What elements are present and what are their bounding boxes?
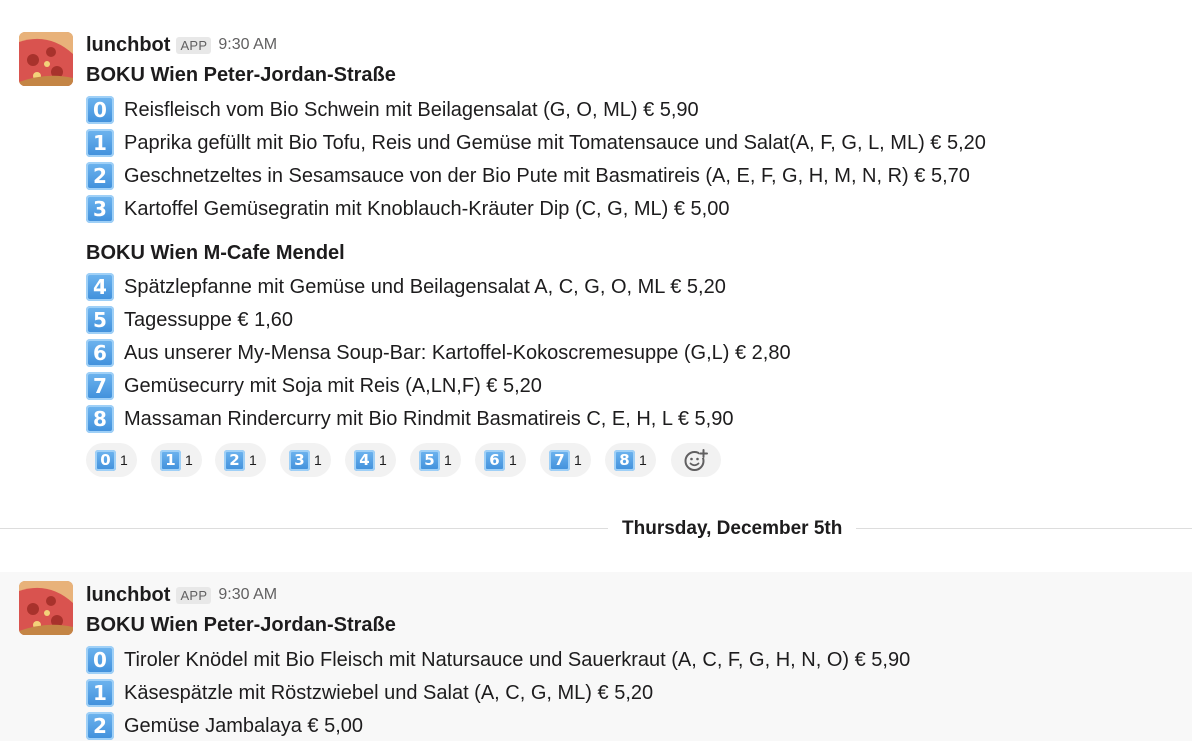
menu-item-text: Kartoffel Gemüsegratin mit Knoblauch-Krä… <box>124 197 730 220</box>
reaction-count: 1 <box>249 452 257 468</box>
reaction-pill[interactable]: 1 1 <box>151 443 202 477</box>
reaction-pill[interactable]: 7 1 <box>540 443 591 477</box>
keycap-7-icon: 7 <box>549 449 570 471</box>
keycap-7-icon: 7 <box>86 372 114 400</box>
keycap-5-icon: 5 <box>86 306 114 334</box>
menu-item: 3 Kartoffel Gemüsegratin mit Knoblauch-K… <box>86 194 729 224</box>
keycap-1-icon: 1 <box>160 449 181 471</box>
section-title: BOKU Wien Peter-Jordan-Straße <box>86 614 396 636</box>
keycap-3-icon: 3 <box>86 195 114 223</box>
keycap-2-icon: 2 <box>224 449 245 471</box>
message: lunchbot APP 9:30 AM BOKU Wien Peter-Jor… <box>0 0 1192 500</box>
menu-item-text: Käsespätzle mit Röstzwiebel und Salat (A… <box>124 681 654 704</box>
menu-item: 2 Gemüse Jambalaya € 5,00 <box>86 711 363 741</box>
app-badge: APP <box>176 36 212 54</box>
menu-item-text: Paprika gefüllt mit Bio Tofu, Reis und G… <box>124 131 986 154</box>
timestamp[interactable]: 9:30 AM <box>218 586 277 604</box>
reaction-pill[interactable]: 4 1 <box>345 443 396 477</box>
message: lunchbot APP 9:30 AM BOKU Wien Peter-Jor… <box>0 572 1192 741</box>
add-emoji-icon <box>684 449 708 471</box>
menu-item-text: Gemüse Jambalaya € 5,00 <box>124 714 364 737</box>
reaction-pill[interactable]: 6 1 <box>475 443 526 477</box>
date-divider-line <box>0 528 1192 529</box>
add-reaction-button[interactable] <box>671 443 721 477</box>
timestamp[interactable]: 9:30 AM <box>218 36 277 54</box>
menu-item-text: Gemüsecurry mit Soja mit Reis (A,LN,F) €… <box>124 374 542 397</box>
menu-item-text: Tiroler Knödel mit Bio Fleisch mit Natur… <box>124 648 911 671</box>
keycap-8-icon: 8 <box>614 449 635 471</box>
avatar[interactable] <box>19 581 73 635</box>
reaction-count: 1 <box>509 452 517 468</box>
pizza-avatar-image <box>19 581 73 635</box>
menu-item-text: Aus unserer My-Mensa Soup-Bar: Kartoffel… <box>124 341 791 364</box>
keycap-6-icon: 6 <box>86 339 114 367</box>
reaction-pill[interactable]: 8 1 <box>605 443 656 477</box>
app-badge: APP <box>176 586 212 604</box>
keycap-1-icon: 1 <box>86 679 114 707</box>
pizza-avatar-image <box>19 32 73 86</box>
username[interactable]: lunchbot <box>86 34 170 57</box>
menu-item-text: Reisfleisch vom Bio Schwein mit Beilagen… <box>124 98 699 121</box>
reaction-count: 1 <box>444 452 452 468</box>
menu-item: 1 Käsespätzle mit Röstzwiebel und Salat … <box>86 678 653 708</box>
keycap-4-icon: 4 <box>86 273 114 301</box>
menu-item-text: Geschnetzeltes in Sesamsauce von der Bio… <box>124 164 970 187</box>
reaction-count: 1 <box>185 452 193 468</box>
menu-item: 2 Geschnetzeltes in Sesamsauce von der B… <box>86 161 970 191</box>
menu-item: 6 Aus unserer My-Mensa Soup-Bar: Kartoff… <box>86 338 791 368</box>
menu-item-text: Tagessuppe € 1,60 <box>124 308 294 331</box>
reaction-count: 1 <box>639 452 647 468</box>
keycap-3-icon: 3 <box>289 449 310 471</box>
reaction-pill[interactable]: 5 1 <box>410 443 461 477</box>
reaction-count: 1 <box>120 452 128 468</box>
reaction-pill[interactable]: 3 1 <box>280 443 331 477</box>
keycap-0-icon: 0 <box>86 96 114 124</box>
menu-item: 7 Gemüsecurry mit Soja mit Reis (A,LN,F)… <box>86 371 542 401</box>
keycap-2-icon: 2 <box>86 712 114 740</box>
reaction-count: 1 <box>314 452 322 468</box>
menu-item: 1 Paprika gefüllt mit Bio Tofu, Reis und… <box>86 128 986 158</box>
menu-item: 5 Tagessuppe € 1,60 <box>86 305 293 335</box>
username[interactable]: lunchbot <box>86 584 170 607</box>
section-title: BOKU Wien Peter-Jordan-Straße <box>86 64 396 86</box>
menu-item: 0 Tiroler Knödel mit Bio Fleisch mit Nat… <box>86 645 910 675</box>
keycap-4-icon: 4 <box>354 449 375 471</box>
keycap-6-icon: 6 <box>484 449 505 471</box>
avatar[interactable] <box>19 32 73 86</box>
menu-item-text: Spätzlepfanne mit Gemüse und Beilagensal… <box>124 275 726 298</box>
reaction-count: 1 <box>574 452 582 468</box>
menu-item: 8 Massaman Rindercurry mit Bio Rindmit B… <box>86 404 733 434</box>
keycap-2-icon: 2 <box>86 162 114 190</box>
keycap-0-icon: 0 <box>95 449 116 471</box>
keycap-1-icon: 1 <box>86 129 114 157</box>
keycap-8-icon: 8 <box>86 405 114 433</box>
menu-item-text: Massaman Rindercurry mit Bio Rindmit Bas… <box>124 407 734 430</box>
menu-item: 4 Spätzlepfanne mit Gemüse und Beilagens… <box>86 272 726 302</box>
reaction-pill[interactable]: 0 1 <box>86 443 137 477</box>
reaction-count: 1 <box>379 452 387 468</box>
menu-item: 0 Reisfleisch vom Bio Schwein mit Beilag… <box>86 95 699 125</box>
reaction-pill[interactable]: 2 1 <box>215 443 266 477</box>
date-divider[interactable]: Thursday, December 5th <box>608 515 857 543</box>
keycap-5-icon: 5 <box>419 449 440 471</box>
keycap-0-icon: 0 <box>86 646 114 674</box>
section-title: BOKU Wien M-Cafe Mendel <box>86 242 345 264</box>
